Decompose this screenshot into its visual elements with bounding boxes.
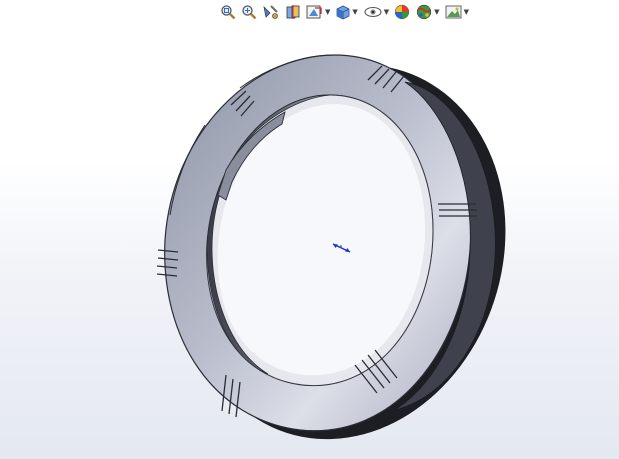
origin-triad-icon xyxy=(332,243,351,253)
graphics-viewport[interactable]: ▼ ▼ ▼ ▼ ▼ xyxy=(0,0,619,459)
ring-part-model[interactable] xyxy=(0,0,619,459)
